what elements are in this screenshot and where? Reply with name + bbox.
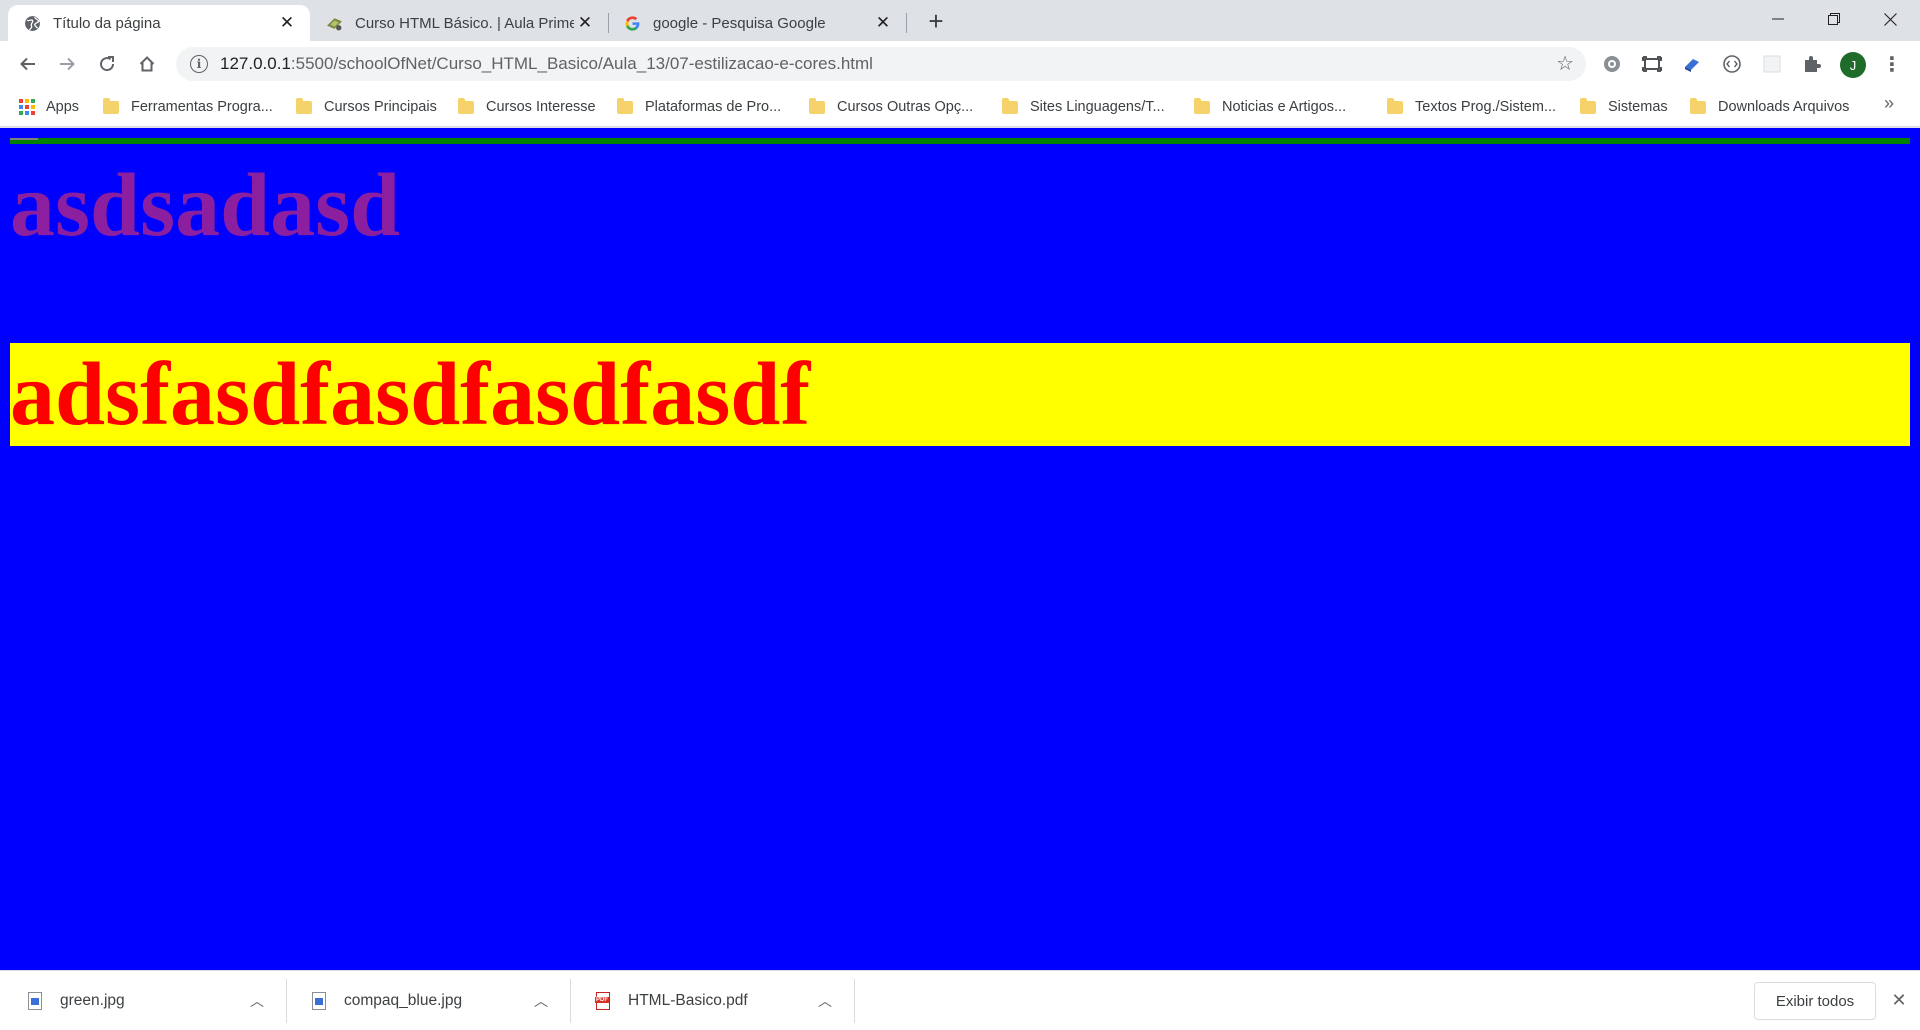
url-path: :5500/schoolOfNet/Curso_HTML_Basico/Aula…	[290, 54, 873, 73]
bookmark-folder[interactable]: Cursos Outras Opç...	[809, 93, 973, 121]
close-window-button[interactable]	[1862, 0, 1918, 38]
bookmark-label: Cursos Principais	[324, 99, 437, 115]
download-item[interactable]: HTML-Basico.pdf ︿	[595, 971, 846, 1030]
bookmarks-overflow-button[interactable]: »	[1884, 93, 1894, 114]
download-separator	[854, 979, 855, 1023]
bookmark-folder[interactable]: Textos Prog./Sistem...	[1387, 93, 1556, 121]
close-icon[interactable]: ✕	[574, 12, 596, 34]
profile-avatar[interactable]: J	[1840, 52, 1866, 78]
url-host: 127.0.0.1	[220, 54, 291, 73]
tab-strip: Título da página ✕ Curso HTML Básico. | …	[0, 0, 1920, 41]
close-icon[interactable]: ✕	[872, 12, 894, 34]
image-file-icon	[28, 992, 42, 1010]
address-bar[interactable]: i 127.0.0.1:5500/schoolOfNet/Curso_HTML_…	[176, 47, 1586, 81]
chevron-up-icon[interactable]: ︿	[818, 991, 832, 1011]
bookmark-folder[interactable]: Cursos Interesse	[458, 93, 596, 121]
show-all-downloads-button[interactable]: Exibir todos	[1754, 982, 1876, 1020]
tab-separator	[906, 13, 907, 33]
more-menu-icon[interactable]: ⋮	[1882, 52, 1902, 76]
url-text[interactable]: 127.0.0.1:5500/schoolOfNet/Curso_HTML_Ba…	[220, 54, 873, 74]
download-separator	[286, 979, 287, 1023]
tab-title: google - Pesquisa Google	[653, 14, 826, 32]
download-separator	[570, 979, 571, 1023]
folder-icon	[1194, 97, 1210, 114]
bookmark-folder[interactable]: Sites Linguagens/T...	[1002, 93, 1165, 121]
extension-settings-icon[interactable]	[1600, 52, 1624, 76]
download-filename: green.jpg	[60, 992, 125, 1009]
google-icon	[624, 15, 641, 32]
bookmark-label: Sistemas	[1608, 99, 1668, 115]
extensions-puzzle-icon[interactable]	[1800, 52, 1824, 76]
download-filename: compaq_blue.jpg	[344, 992, 463, 1009]
folder-icon	[1002, 97, 1018, 114]
globe-icon	[24, 15, 41, 32]
bookmark-folder[interactable]: Plataformas de Pro...	[617, 93, 781, 121]
bookmark-folder[interactable]: Ferramentas Progra...	[103, 93, 273, 121]
folder-icon	[809, 97, 825, 114]
folder-icon	[458, 97, 474, 114]
tab-curso-html-basico[interactable]: Curso HTML Básico. | Aula Primeira ✕	[310, 5, 608, 41]
home-button[interactable]	[131, 48, 163, 80]
bookmark-label: Plataformas de Pro...	[645, 99, 782, 115]
image-file-icon	[312, 992, 326, 1010]
tab-title: Curso HTML Básico. | Aula Primeira	[355, 14, 574, 32]
restore-button[interactable]	[1806, 0, 1862, 38]
close-icon[interactable]: ✕	[1888, 989, 1910, 1011]
reload-button[interactable]	[91, 48, 123, 80]
bookmark-folder[interactable]: Downloads Arquivos	[1690, 93, 1849, 121]
folder-icon	[1387, 97, 1403, 114]
close-icon[interactable]: ✕	[276, 12, 298, 34]
site-info-icon[interactable]: i	[190, 55, 208, 73]
download-shelf: green.jpg ︿ compaq_blue.jpg ︿ HTML-Basic…	[0, 970, 1920, 1030]
tab-google-pesquisa[interactable]: google - Pesquisa Google ✕	[608, 5, 906, 41]
tab-title: Título da página	[53, 14, 161, 32]
page-viewport: asdsadasd adsfasdfasdfasdfasdf	[0, 128, 1920, 970]
folder-icon	[103, 97, 119, 114]
horizontal-rule	[10, 138, 1910, 144]
bookmark-label: Cursos Interesse	[486, 99, 596, 115]
heading-purple: asdsadasd	[10, 156, 401, 255]
browser-toolbar: i 127.0.0.1:5500/schoolOfNet/Curso_HTML_…	[0, 41, 1920, 87]
bookmark-label: Textos Prog./Sistem...	[1415, 99, 1557, 115]
bookmark-label: Downloads Arquivos	[1718, 99, 1850, 115]
download-filename: HTML-Basico.pdf	[628, 992, 748, 1009]
folder-icon	[617, 97, 633, 114]
download-item[interactable]: compaq_blue.jpg ︿	[312, 971, 562, 1030]
new-tab-button[interactable]: +	[922, 8, 950, 36]
bookmark-label: Ferramentas Progra...	[131, 99, 273, 115]
folder-icon	[1690, 97, 1706, 114]
folder-icon	[296, 97, 312, 114]
download-item[interactable]: green.jpg ︿	[28, 971, 278, 1030]
school-of-net-icon	[326, 15, 343, 32]
minimize-button[interactable]	[1750, 0, 1806, 38]
bookmark-label: Apps	[46, 99, 80, 115]
bookmark-folder[interactable]: Sistemas	[1580, 93, 1668, 121]
pdf-file-icon	[595, 992, 610, 1010]
cloud-extension-icon[interactable]	[1680, 52, 1704, 76]
folder-icon	[1580, 97, 1596, 114]
chevron-up-icon[interactable]: ︿	[534, 991, 548, 1011]
apps-grid-icon	[19, 99, 35, 115]
chevron-up-icon[interactable]: ︿	[250, 991, 264, 1011]
bookmark-label: Cursos Outras Opç...	[837, 99, 974, 115]
heading-highlighted: adsfasdfasdfasdfasdf	[10, 343, 1910, 446]
screen-capture-icon[interactable]	[1640, 52, 1664, 76]
tab-titulo-da-pagina[interactable]: Título da página ✕	[8, 5, 310, 41]
bookmark-star-icon[interactable]: ☆	[1556, 53, 1574, 75]
code-extension-icon[interactable]	[1720, 52, 1744, 76]
back-button[interactable]	[12, 48, 44, 80]
bookmark-folder[interactable]: Cursos Principais	[296, 93, 437, 121]
bookmark-label: Sites Linguagens/T...	[1030, 99, 1165, 115]
forward-button[interactable]	[51, 48, 83, 80]
bookmark-apps[interactable]: Apps	[19, 93, 79, 121]
blank-extension-icon[interactable]	[1760, 52, 1784, 76]
bookmark-label: Noticias e Artigos...	[1222, 99, 1347, 115]
bookmarks-bar: Apps Ferramentas Progra... Cursos Princi…	[0, 87, 1920, 127]
bookmark-folder[interactable]: Noticias e Artigos...	[1194, 93, 1346, 121]
